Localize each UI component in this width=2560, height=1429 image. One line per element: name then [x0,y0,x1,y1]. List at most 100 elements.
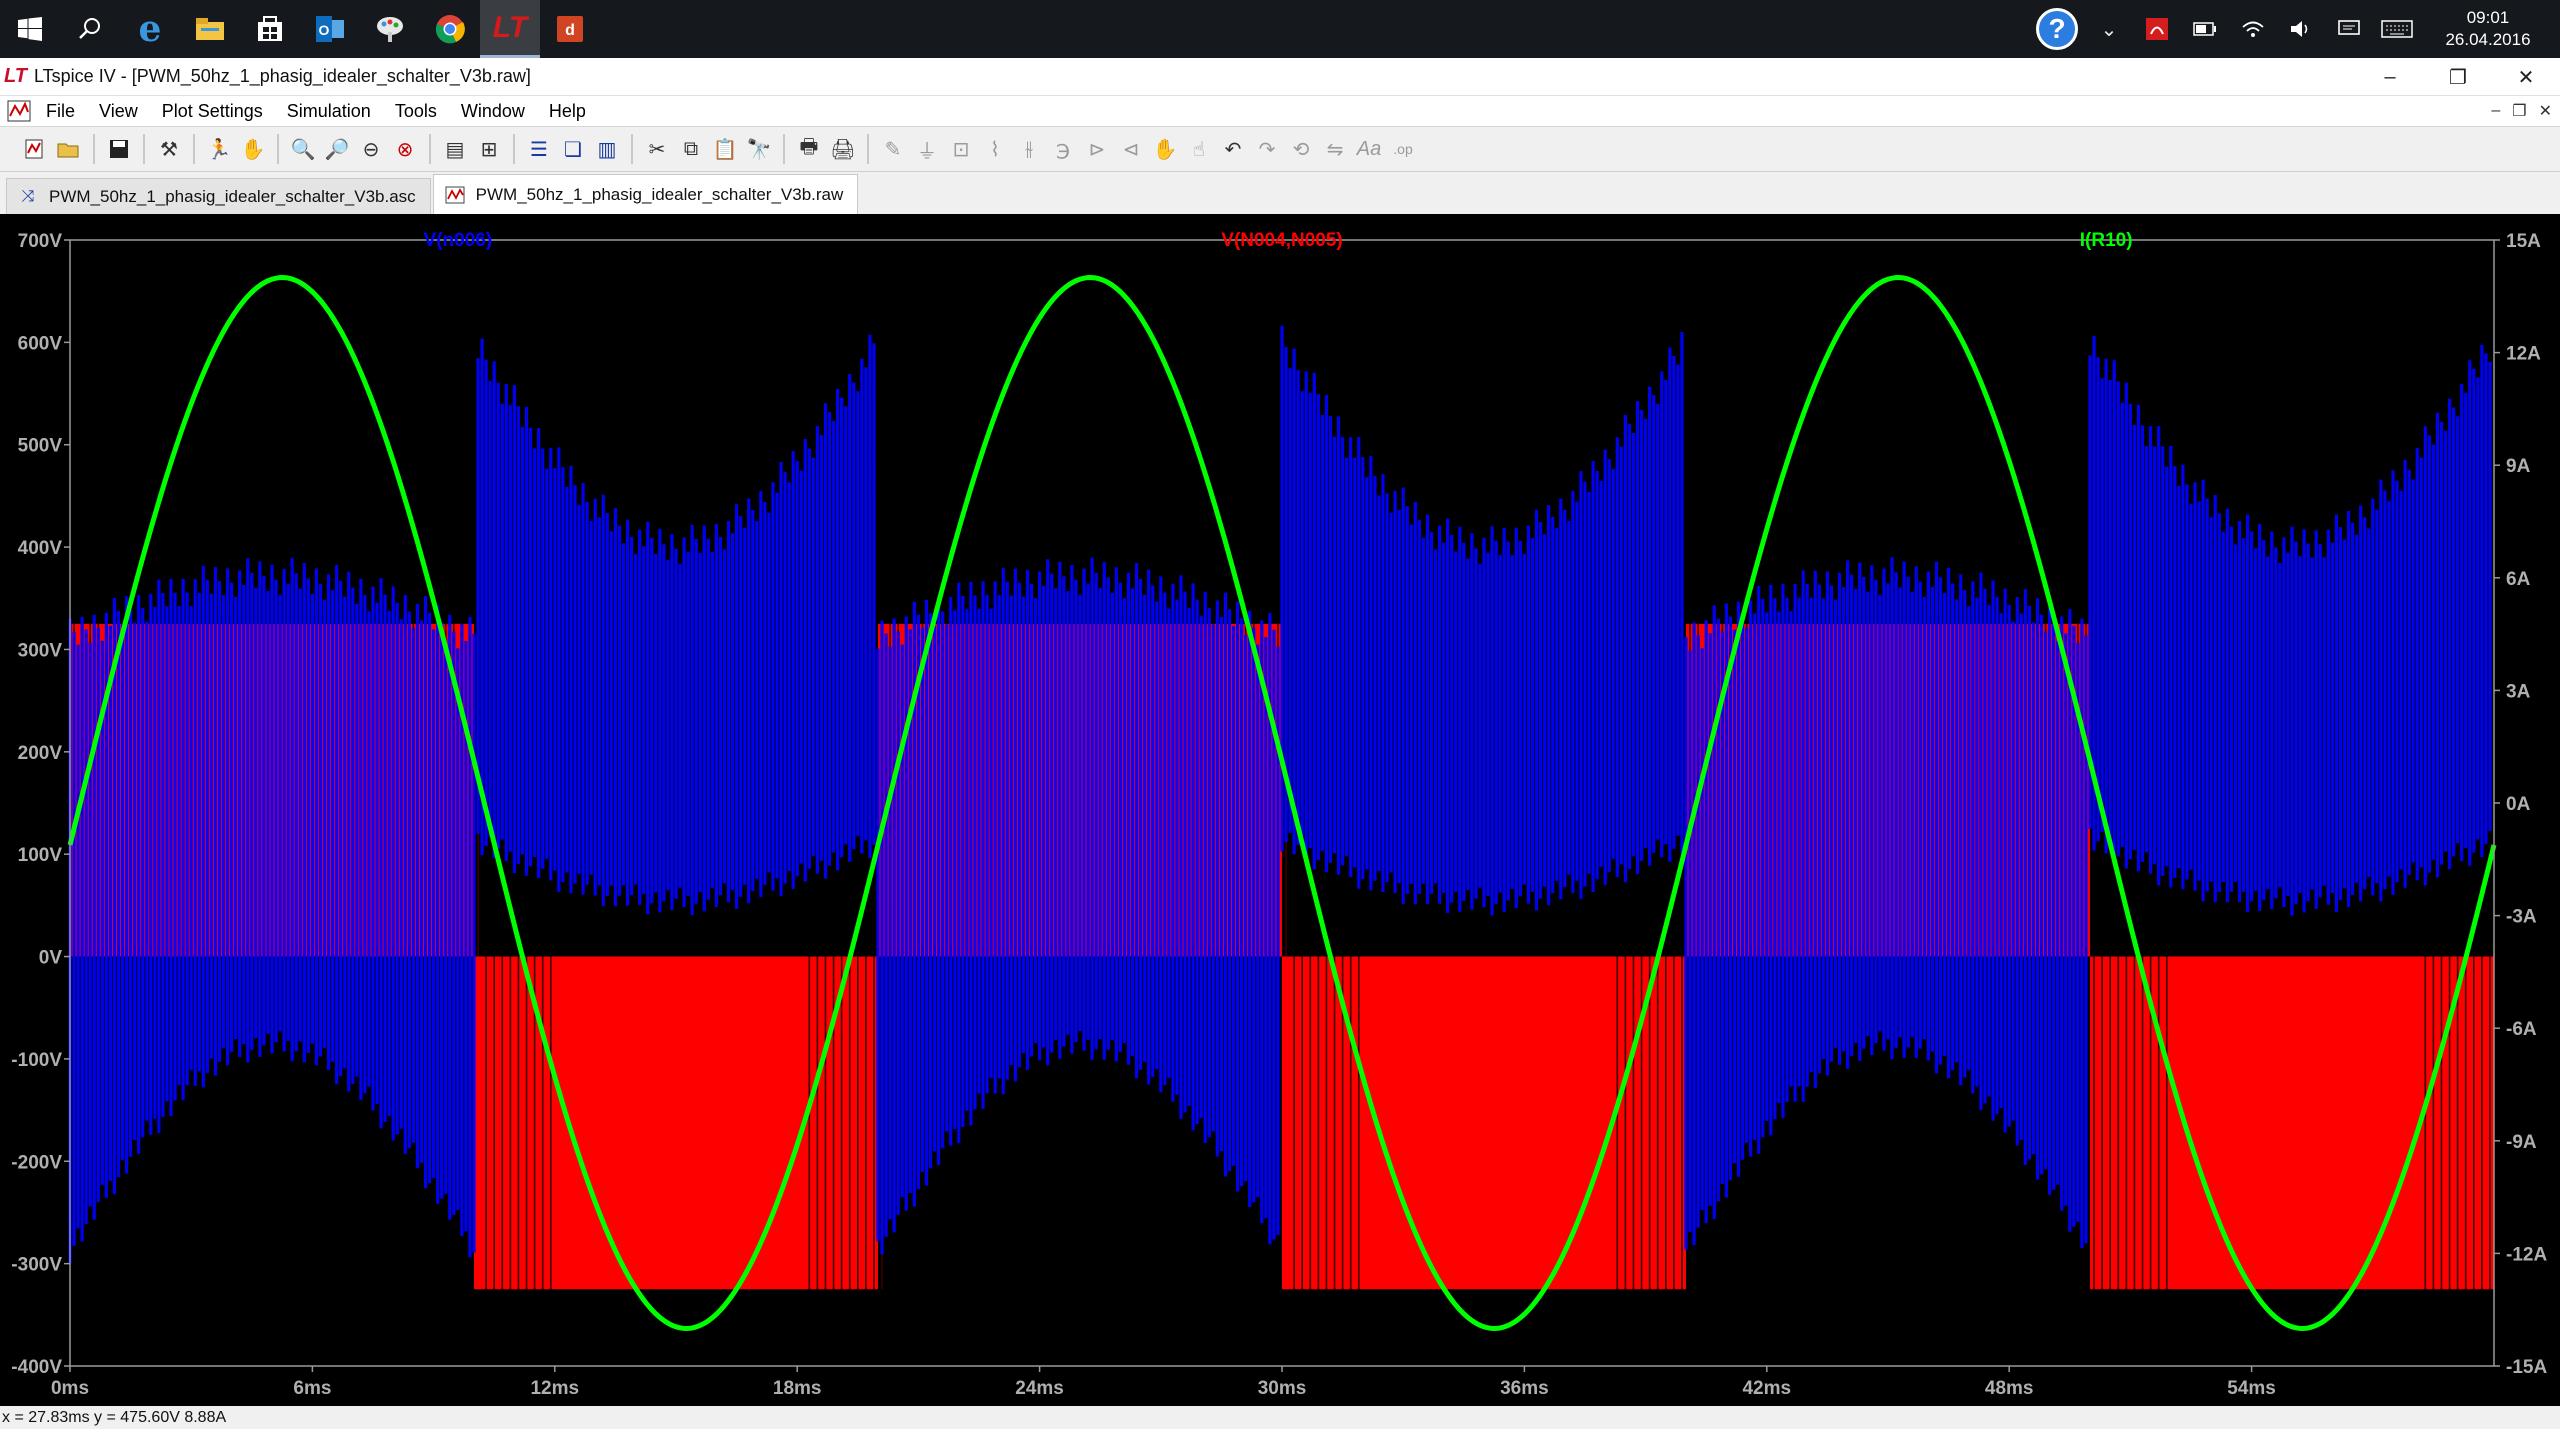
control-panel-button[interactable]: ⚒ [154,133,184,165]
save-button[interactable] [104,133,134,165]
edge-button[interactable]: e [120,0,180,58]
y-left-tick-label: -200V [11,1152,62,1173]
store-button[interactable] [240,0,300,58]
mirror-button[interactable]: ⇋ [1320,133,1350,165]
volume-icon[interactable] [2284,12,2318,46]
resistor-button[interactable]: ⌇ [980,133,1010,165]
waveform-window-icon[interactable] [4,98,34,124]
zoom-in-icon: 🔍 [290,138,316,161]
start-button[interactable] [0,0,60,58]
zoom-out-icon: 🔎 [324,138,350,161]
autorange-icon: ▤ [445,138,465,161]
move-button[interactable]: ✋ [1150,133,1180,165]
menu-bar: File View Plot Settings Simulation Tools… [0,96,2560,126]
fit-button[interactable]: ⊞ [474,133,504,165]
outlook-button[interactable]: O [300,0,360,58]
print-button[interactable]: 🖨 [828,133,858,165]
cursor-readout: x = 27.83ms y = 475.60V 8.88A [2,1409,227,1426]
waveform-plot[interactable]: 700V 600V 500V 400V 300V 200V 100V 0V -100V -200V… [0,214,2560,1406]
drag-hand-icon: ☝ [1192,138,1206,161]
text-button[interactable]: Aa [1354,133,1384,165]
ltspice-button[interactable]: LT [480,0,540,58]
clock-date: 26.04.2016 [2445,30,2531,49]
minimize-button[interactable]: – [2356,58,2424,96]
mdi-close-button[interactable]: ✕ [2539,101,2552,121]
diode-button[interactable]: ⊳ [1082,133,1112,165]
tab-schematic[interactable]: ⤨ PWM_50hz_1_phasig_idealer_schalter_V3b… [6,178,431,214]
find-button[interactable]: 🔭 [744,133,774,165]
tab-label: PWM_50hz_1_phasig_idealer_schalter_V3b.r… [475,184,844,204]
menu-view[interactable]: View [87,101,150,122]
close-button[interactable]: ✕ [2492,58,2560,96]
cascade-icon: ❏ [564,138,582,161]
run-icon: 🏃 [206,138,232,161]
undo-button[interactable]: ↶ [1218,133,1248,165]
keyboard-icon[interactable] [2380,12,2414,46]
battery-icon[interactable] [2188,12,2222,46]
clock[interactable]: 09:01 26.04.2016 [2428,7,2548,51]
zoom-cancel-button[interactable]: ⊗ [390,133,420,165]
chevron-up-icon[interactable]: ⌄ [2092,12,2126,46]
waveform-chart[interactable]: 700V 600V 500V 400V 300V 200V 100V 0V -100V -200V… [0,214,2560,1406]
cut-button[interactable]: ✂ [642,133,672,165]
restore-button[interactable]: ❐ [2424,58,2492,96]
help-icon[interactable]: ? [2036,8,2078,50]
capacitor-button[interactable]: ⫳ [1014,133,1044,165]
y-right-tick-label: 9A [2506,456,2531,477]
chrome-button[interactable] [420,0,480,58]
notification-icon[interactable] [2332,12,2366,46]
zoom-full-icon: ⊖ [362,138,380,161]
y-right-tick-label: -15A [2506,1357,2547,1378]
label-net-button[interactable]: ⊡ [946,133,976,165]
y-right-tick-label: -9A [2506,1132,2537,1153]
drag-button[interactable]: ☝ [1184,133,1214,165]
rotate-button[interactable]: ⟲ [1286,133,1316,165]
diode-icon: ⊳ [1088,138,1106,161]
edge-icon: e [138,8,162,50]
zoom-full-button[interactable]: ⊖ [356,133,386,165]
wire-button[interactable]: ✎ [878,133,908,165]
office-button[interactable]: d [540,0,600,58]
menu-window[interactable]: Window [449,101,537,122]
autorange-button[interactable]: ▤ [440,133,470,165]
copy-button[interactable]: ⧉ [676,133,706,165]
toolbar-separator [429,134,431,164]
window-controls: – ❐ ✕ [2356,58,2560,96]
binoculars-icon: 🔭 [746,138,772,161]
new-schematic-button[interactable] [20,133,50,165]
search-button[interactable] [60,0,120,58]
redo-button[interactable]: ↷ [1252,133,1282,165]
menu-file[interactable]: File [34,101,87,122]
paint-button[interactable] [360,0,420,58]
zoom-out-button[interactable]: 🔎 [322,133,352,165]
window-titlebar: LT LTspice IV - [PWM_50hz_1_phasig_ideal… [0,58,2560,96]
x-tick-label: 54ms [2227,1378,2276,1399]
inductor-button[interactable]: ℈ [1048,133,1078,165]
undo-icon: ↶ [1224,138,1242,161]
wifi-icon[interactable] [2236,12,2270,46]
menu-tools[interactable]: Tools [383,101,449,122]
mdi-restore-button[interactable]: ❐ [2512,101,2526,121]
tab-waveform[interactable]: PWM_50hz_1_phasig_idealer_schalter_V3b.r… [432,174,859,214]
y-right-tick-label: 6A [2506,569,2531,590]
print-preview-button[interactable]: 🖶 [794,133,824,165]
menu-plot-settings[interactable]: Plot Settings [150,101,275,122]
mdi-minimize-button[interactable]: – [2491,102,2500,120]
acrobat-tray-icon[interactable] [2140,12,2174,46]
x-tick-label: 18ms [773,1378,822,1399]
tile-horizontal-button[interactable]: ☰ [524,133,554,165]
paste-button[interactable]: 📋 [710,133,740,165]
ground-button[interactable]: ⏚ [912,133,942,165]
run-button[interactable]: 🏃 [204,133,234,165]
menu-help[interactable]: Help [537,101,598,122]
file-explorer-icon [196,18,224,40]
tile-vertical-button[interactable]: ▥ [592,133,622,165]
zoom-in-button[interactable]: 🔍 [288,133,318,165]
cascade-button[interactable]: ❏ [558,133,588,165]
open-button[interactable] [54,133,84,165]
component-button[interactable]: ⊲ [1116,133,1146,165]
pan-button[interactable]: ✋ [238,133,268,165]
file-explorer-button[interactable] [180,0,240,58]
menu-simulation[interactable]: Simulation [275,101,383,122]
spice-directive-button[interactable]: .op [1388,133,1418,165]
